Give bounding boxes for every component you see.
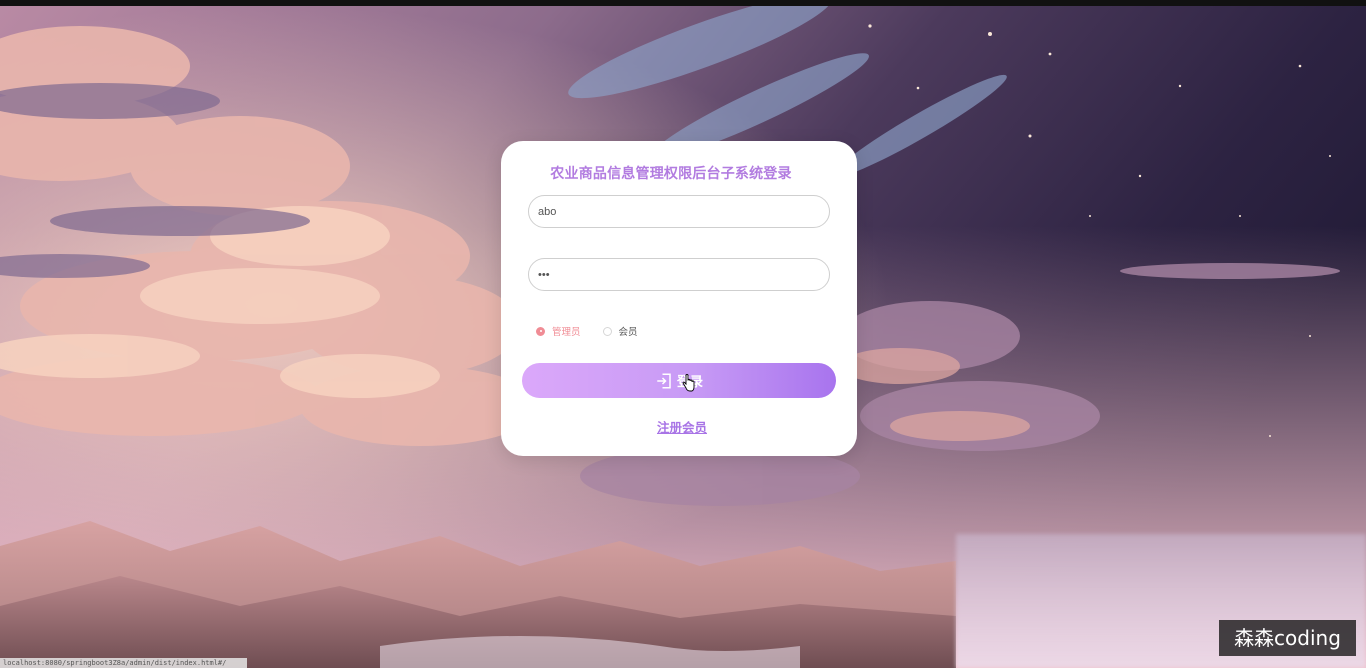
radio-admin[interactable] [536,326,545,336]
register-member-link[interactable]: 注册会员 [501,417,863,436]
login-enter-icon [657,373,671,388]
role-member-option[interactable]: 会员 [602,324,638,338]
role-radio-group: 管理员 会员 [536,324,660,338]
login-title: 农业商品信息管理权限后台子系统登录 [550,166,792,182]
login-button-label: 登录 [676,375,703,390]
password-input[interactable] [528,258,830,291]
role-member-label: 会员 [618,327,638,338]
role-admin-label: 管理员 [552,327,581,338]
status-bar-url: localhost:8080/springboot3Z8a/admin/dist… [0,658,247,668]
watermark-label: 森森coding [1219,620,1356,656]
username-input[interactable] [528,195,830,228]
login-page: 农业商品信息管理权限后台子系统登录 管理员 会员 登录 注册会员 [0,0,1366,668]
login-card: 农业商品信息管理权限后台子系统登录 管理员 会员 登录 注册会员 [501,141,857,456]
radio-member[interactable] [602,326,612,336]
role-admin-option[interactable]: 管理员 [536,324,581,338]
login-button[interactable]: 登录 [522,363,836,398]
browser-top-edge [0,0,1366,6]
